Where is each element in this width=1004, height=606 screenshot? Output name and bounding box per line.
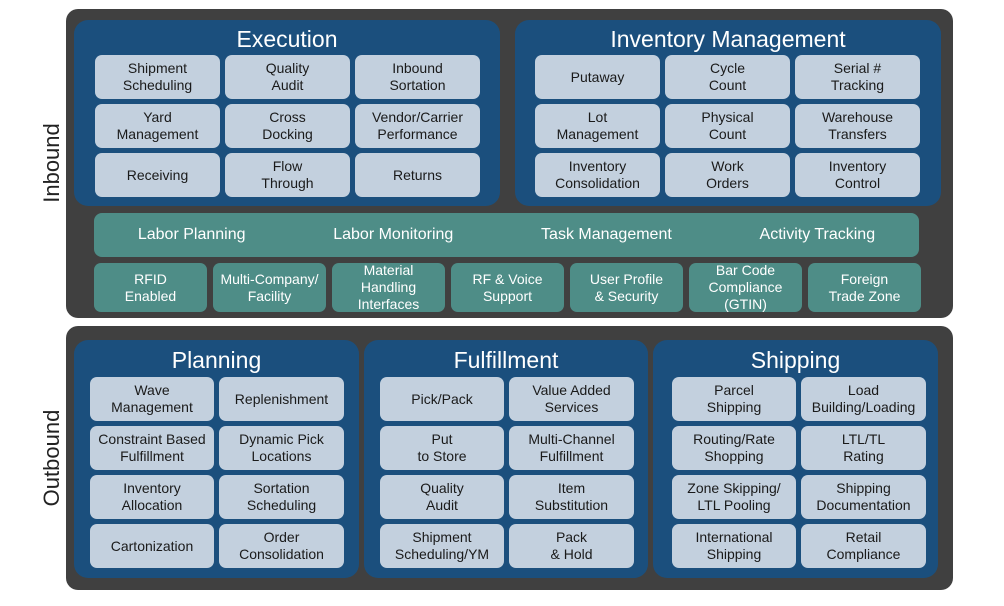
shipping-item[interactable]: Shipping Documentation: [801, 475, 926, 519]
fulfillment-title: Fulfillment: [453, 347, 559, 373]
inbound-band: Execution Shipment Scheduling Quality Au…: [66, 9, 953, 318]
shipping-item[interactable]: Load Building/Loading: [801, 377, 926, 421]
shipping-item[interactable]: Parcel Shipping: [672, 377, 796, 421]
planning-item[interactable]: Dynamic Pick Locations: [219, 426, 344, 470]
inbound-label: Inbound: [39, 123, 64, 203]
planning-title: Planning: [171, 347, 262, 373]
feature-item[interactable]: RF & Voice Support: [451, 263, 564, 312]
execution-title: Execution: [236, 26, 338, 52]
inventory-item[interactable]: Putaway: [535, 55, 660, 99]
labor-item[interactable]: Task Management: [541, 226, 672, 244]
fulfillment-item[interactable]: Value Added Services: [509, 377, 634, 421]
inventory-item[interactable]: Physical Count: [665, 104, 790, 148]
planning-panel: Planning Wave Management Replenishment C…: [74, 340, 359, 578]
planning-item[interactable]: Constraint Based Fulfillment: [90, 426, 214, 470]
shipping-item[interactable]: Retail Compliance: [801, 524, 926, 568]
inventory-item[interactable]: Cycle Count: [665, 55, 790, 99]
shipping-title: Shipping: [750, 347, 841, 373]
planning-item[interactable]: Wave Management: [90, 377, 214, 421]
execution-item[interactable]: Receiving: [95, 153, 220, 197]
inventory-item[interactable]: Inventory Consolidation: [535, 153, 660, 197]
execution-item[interactable]: Flow Through: [225, 153, 350, 197]
planning-item[interactable]: Inventory Allocation: [90, 475, 214, 519]
fulfillment-grid: Pick/Pack Value Added Services Put to St…: [380, 377, 634, 568]
feature-row: RFID Enabled Multi-Company/ Facility Mat…: [94, 262, 921, 312]
fulfillment-panel: Fulfillment Pick/Pack Value Added Servic…: [364, 340, 648, 578]
execution-item[interactable]: Returns: [355, 153, 480, 197]
inventory-item[interactable]: Work Orders: [665, 153, 790, 197]
planning-item[interactable]: Sortation Scheduling: [219, 475, 344, 519]
shipping-item[interactable]: Routing/Rate Shopping: [672, 426, 796, 470]
feature-item[interactable]: Material Handling Interfaces: [332, 262, 445, 312]
execution-panel: Execution Shipment Scheduling Quality Au…: [74, 20, 500, 206]
planning-item[interactable]: Order Consolidation: [219, 524, 344, 568]
labor-item[interactable]: Labor Planning: [138, 226, 246, 244]
fulfillment-item[interactable]: Put to Store: [380, 426, 504, 470]
outbound-label: Outbound: [39, 409, 64, 507]
execution-item[interactable]: Vendor/Carrier Performance: [355, 104, 480, 148]
fulfillment-item[interactable]: Quality Audit: [380, 475, 504, 519]
labor-bar: Labor Planning Labor Monitoring Task Man…: [94, 213, 919, 257]
feature-item[interactable]: Multi-Company/ Facility: [213, 263, 326, 312]
fulfillment-item[interactable]: Multi-Channel Fulfillment: [509, 426, 634, 470]
feature-item[interactable]: User Profile & Security: [570, 263, 683, 312]
shipping-grid: Parcel Shipping Load Building/Loading Ro…: [672, 377, 926, 568]
planning-item[interactable]: Replenishment: [219, 377, 344, 421]
feature-item[interactable]: RFID Enabled: [94, 263, 207, 312]
inventory-item[interactable]: Serial # Tracking: [795, 55, 920, 99]
shipping-item[interactable]: Zone Skipping/ LTL Pooling: [672, 475, 796, 519]
execution-item[interactable]: Inbound Sortation: [355, 55, 480, 99]
execution-item[interactable]: Yard Management: [95, 104, 220, 148]
feature-item[interactable]: Bar Code Compliance (GTIN): [689, 262, 802, 312]
inventory-item[interactable]: Lot Management: [535, 104, 660, 148]
fulfillment-item[interactable]: Pick/Pack: [380, 377, 504, 421]
inventory-item[interactable]: Inventory Control: [795, 153, 920, 197]
feature-item[interactable]: Foreign Trade Zone: [808, 263, 921, 312]
outbound-band: Planning Wave Management Replenishment C…: [66, 326, 953, 590]
inventory-title: Inventory Management: [610, 26, 846, 52]
shipping-item[interactable]: LTL/TL Rating: [801, 426, 926, 470]
labor-item[interactable]: Activity Tracking: [760, 226, 876, 244]
planning-grid: Wave Management Replenishment Constraint…: [90, 377, 344, 568]
inventory-panel: Inventory Management Putaway Cycle Count…: [515, 20, 941, 206]
planning-item[interactable]: Cartonization: [90, 524, 214, 568]
execution-item[interactable]: Quality Audit: [225, 55, 350, 99]
fulfillment-item[interactable]: Pack & Hold: [509, 524, 634, 568]
fulfillment-item[interactable]: Item Substitution: [509, 475, 634, 519]
execution-item[interactable]: Cross Docking: [225, 104, 350, 148]
shipping-panel: Shipping Parcel Shipping Load Building/L…: [653, 340, 938, 578]
fulfillment-item[interactable]: Shipment Scheduling/YM: [380, 524, 504, 568]
inventory-grid: Putaway Cycle Count Serial # Tracking Lo…: [535, 55, 920, 197]
inventory-item[interactable]: Warehouse Transfers: [795, 104, 920, 148]
execution-item[interactable]: Shipment Scheduling: [95, 55, 220, 99]
labor-item[interactable]: Labor Monitoring: [333, 226, 453, 244]
shipping-item[interactable]: International Shipping: [672, 524, 796, 568]
execution-grid: Shipment Scheduling Quality Audit Inboun…: [95, 55, 480, 197]
